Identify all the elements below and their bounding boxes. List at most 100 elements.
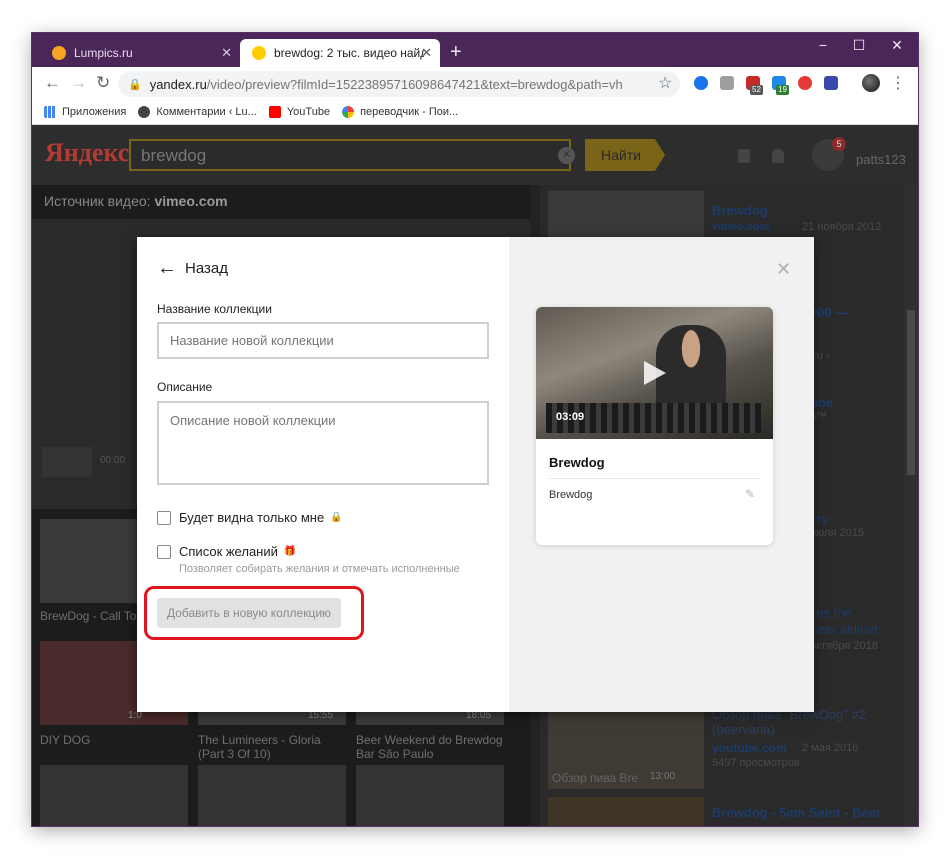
back-button[interactable]: ← Назад <box>157 257 228 279</box>
collection-form: ← Назад Название коллекции Описание Буде… <box>137 237 509 712</box>
result-date: июля 2015 <box>810 527 865 539</box>
bookmark-label: YouTube <box>286 105 331 118</box>
result-date: 21 ноября 2012 <box>802 221 882 233</box>
preview-thumbnail[interactable]: 03:09 <box>536 307 773 439</box>
bell-icon[interactable] <box>772 149 784 163</box>
bookmark-comments[interactable]: Комментарии ‹ Lu... <box>138 105 257 118</box>
collections-icon[interactable] <box>738 149 750 163</box>
yandex-logo[interactable]: Яндекс <box>45 138 129 168</box>
tab-title: brewdog: 2 тыс. видео найдено <box>274 46 424 60</box>
extension-globe-icon[interactable] <box>694 76 708 90</box>
wishlist-hint: Позволяет собирать желания и отмечать ис… <box>179 563 460 575</box>
video-caption[interactable]: DIY DOG <box>40 733 90 747</box>
maximize-button[interactable]: ☐ <box>844 37 874 54</box>
scrollbar-thumb[interactable] <box>907 310 915 475</box>
result-site[interactable]: vimeo.com <box>712 221 769 233</box>
preview-collection-name: Brewdog <box>549 489 593 501</box>
back-button[interactable]: ← <box>44 73 61 93</box>
lock-icon[interactable]: 🔒 <box>128 78 142 91</box>
wishlist-checkbox-row[interactable]: Список желаний 🎁 <box>157 544 296 559</box>
clear-search-icon[interactable]: ✕ <box>558 147 575 164</box>
result-subtitle[interactable]: beer airline! <box>810 622 878 637</box>
bookmark-translator[interactable]: переводчик - Пои... <box>342 105 459 118</box>
tab-strip: Lumpics.ru ✕ brewdog: 2 тыс. видео найде… <box>32 33 918 67</box>
video-thumbnail[interactable] <box>40 765 188 826</box>
apps-icon <box>44 105 56 118</box>
tab-brewdog[interactable]: brewdog: 2 тыс. видео найдено ✕ <box>240 39 440 67</box>
result-date: октября 2018 <box>810 640 878 652</box>
video-caption[interactable]: BrewDog - Call To <box>40 609 136 623</box>
private-checkbox[interactable] <box>157 510 171 525</box>
find-button[interactable]: Найти <box>585 139 665 171</box>
source-site[interactable]: vimeo.com <box>154 193 227 209</box>
add-to-new-collection-button[interactable]: Добавить в новую коллекцию <box>157 598 341 628</box>
result-thumbnail[interactable] <box>548 797 704 826</box>
page-scrollbar[interactable] <box>904 185 918 826</box>
search-input[interactable]: brewdog <box>129 139 571 171</box>
extension-badge: 19 <box>776 85 789 95</box>
video-thumbnail[interactable] <box>356 765 504 826</box>
bookmark-label: переводчик - Пои... <box>360 105 459 118</box>
browser-menu-icon[interactable]: ⋮ <box>890 73 906 93</box>
yandex-header: Яндекс brewdog ✕ Найти 5 patts123 <box>32 125 918 185</box>
play-icon[interactable] <box>644 361 666 385</box>
result-title[interactable]: Brewdog - 5am Saint - Beer <box>712 805 881 820</box>
pencil-icon[interactable]: ✎ <box>745 487 755 501</box>
bookmark-label: Комментарии ‹ Lu... <box>156 105 257 118</box>
preview-title: Brewdog <box>549 455 605 470</box>
arrow-left-icon: ← <box>157 257 177 279</box>
result-title[interactable]: 000 — <box>810 305 848 320</box>
bookmarks-bar: Приложения Комментарии ‹ Lu... YouTube п… <box>32 99 918 125</box>
source-label: Источник видео: <box>44 193 151 209</box>
tab-close-icon[interactable]: ✕ <box>221 45 232 61</box>
username[interactable]: patts123 <box>856 152 906 167</box>
video-thumbnail[interactable] <box>198 765 346 826</box>
close-window-button[interactable]: ✕ <box>882 37 912 54</box>
wishlist-checkbox[interactable] <box>157 544 171 559</box>
lock-icon: 🔒 <box>330 512 343 523</box>
site-icon <box>138 105 151 118</box>
extension-gear-icon[interactable] <box>824 76 838 90</box>
video-preview-card: 03:09 Brewdog Brewdog ✎ <box>536 307 773 545</box>
result-views: 5497 просмотров <box>712 757 800 769</box>
description-textarea[interactable] <box>157 401 489 485</box>
result-date: 2 мая 2016 <box>802 742 859 754</box>
tab-lumpics[interactable]: Lumpics.ru ✕ <box>40 39 240 67</box>
url-path: /video/preview?filmId=152238957160986474… <box>206 76 623 92</box>
reload-button[interactable]: ↻ <box>96 73 110 93</box>
bookmark-label: Приложения <box>62 105 127 118</box>
notification-badge: 5 <box>832 137 846 151</box>
result-title[interactable]: ces the <box>810 605 852 620</box>
bookmark-star-icon[interactable]: ☆ <box>658 73 672 93</box>
close-dialog-icon[interactable]: ✕ <box>776 259 791 280</box>
private-checkbox-row[interactable]: Будет видна только мне 🔒 <box>157 510 343 525</box>
result-title[interactable]: Brewdog <box>712 203 768 218</box>
video-caption[interactable]: Beer Weekend do Brewdog Bar São Paulo <box>356 733 506 761</box>
wishlist-label: Список желаний <box>179 544 278 559</box>
back-label: Назад <box>185 259 228 277</box>
extension-badge: 52 <box>750 85 763 95</box>
new-tab-button[interactable]: + <box>450 42 462 62</box>
collection-name-input[interactable] <box>157 322 489 359</box>
description-label: Описание <box>157 380 213 394</box>
lumpics-favicon-icon <box>52 46 66 60</box>
forward-button[interactable]: → <box>70 73 87 93</box>
bookmark-youtube[interactable]: YouTube <box>268 105 331 118</box>
address-bar[interactable]: 🔒 yandex.ru /video/preview?filmId=152238… <box>118 71 680 97</box>
minimize-button[interactable]: − <box>808 37 838 53</box>
bookmark-apps[interactable]: Приложения <box>44 105 127 118</box>
player-time: 00:00 <box>100 455 126 466</box>
tab-close-icon[interactable]: ✕ <box>421 45 432 61</box>
video-caption[interactable]: The Lumineers - Gloria (Part 3 Of 10) <box>198 733 348 761</box>
extension-dots-icon[interactable] <box>798 76 812 90</box>
gift-icon: 🎁 <box>283 546 297 557</box>
collection-name-label: Название коллекции <box>157 302 272 316</box>
play-button[interactable] <box>42 447 92 477</box>
url-domain: yandex.ru <box>149 76 207 92</box>
tab-title: Lumpics.ru <box>74 46 133 60</box>
profile-avatar[interactable] <box>862 74 880 92</box>
youtube-icon <box>268 105 281 118</box>
result-site[interactable]: youtube.com <box>712 741 787 755</box>
extension-cube-icon[interactable] <box>720 76 734 90</box>
browser-toolbar: ← → ↻ 🔒 yandex.ru /video/preview?filmId=… <box>32 67 918 99</box>
